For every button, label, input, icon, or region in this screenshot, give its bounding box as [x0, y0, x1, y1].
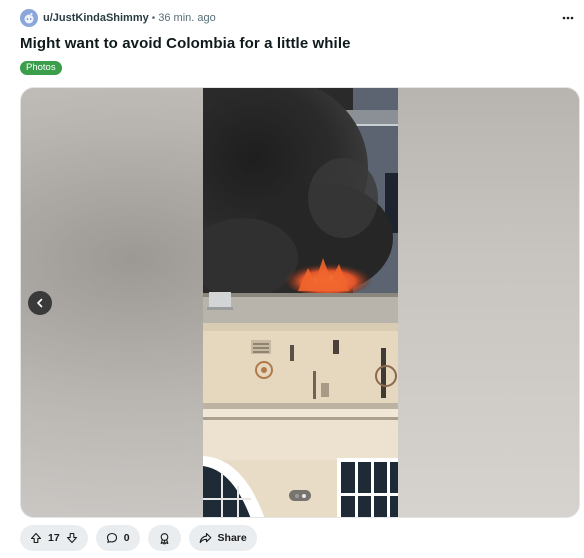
more-options-icon	[562, 16, 574, 20]
comment-bubble-icon	[106, 532, 117, 543]
flair-badge[interactable]: Photos	[20, 61, 62, 75]
pagination-dot-active[interactable]	[301, 493, 306, 498]
fire-photo	[203, 88, 398, 517]
vote-score: 17	[48, 532, 60, 544]
post-actions-bar: 17 0 Share	[20, 525, 257, 551]
pagination-dot[interactable]	[294, 493, 299, 498]
author-link[interactable]: u/JustKindaShimmy	[43, 12, 149, 24]
upvote-arrow-icon[interactable]	[30, 532, 42, 544]
meta-separator: •	[151, 12, 156, 24]
comments-button[interactable]: 0	[95, 525, 140, 551]
avatar[interactable]	[20, 9, 38, 27]
comment-count: 0	[123, 532, 130, 544]
snoo-avatar-icon	[24, 13, 34, 24]
share-button[interactable]: Share	[188, 525, 257, 551]
previous-image-button[interactable]	[28, 291, 52, 315]
gallery-pagination	[289, 490, 311, 501]
media-gallery[interactable]	[20, 87, 580, 518]
more-options-button[interactable]	[560, 10, 576, 26]
award-button[interactable]	[147, 525, 181, 551]
downvote-arrow-icon[interactable]	[66, 532, 78, 544]
media-blur-background-right	[398, 88, 579, 517]
post-timestamp: 36 min. ago	[158, 12, 216, 24]
post-header: u/JustKindaShimmy • 36 min. ago	[20, 8, 580, 28]
chevron-left-icon	[37, 298, 43, 308]
share-arrow-icon	[199, 532, 211, 544]
award-icon	[160, 532, 168, 545]
post-title[interactable]: Might want to avoid Colombia for a littl…	[20, 35, 351, 52]
share-label: Share	[217, 532, 247, 544]
gallery-image[interactable]	[203, 88, 398, 517]
vote-pill: 17	[20, 525, 88, 551]
